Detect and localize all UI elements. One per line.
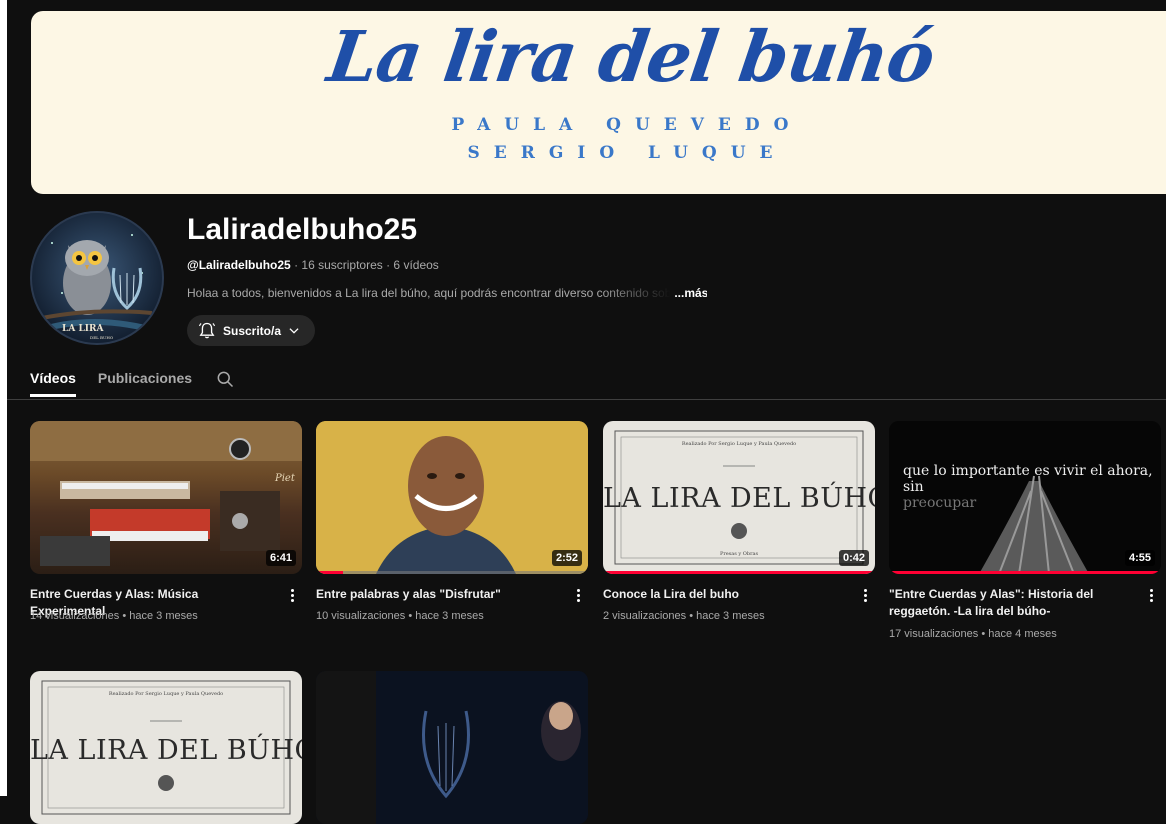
subscribed-button[interactable]: Suscrito/a [187, 315, 315, 346]
channel-avatar[interactable]: LA LIRA DEL BUHO [30, 211, 164, 345]
video-title[interactable]: Entre palabras y alas "Disfrutar" [316, 586, 556, 603]
channel-tabs: Vídeos Publicaciones [30, 364, 214, 400]
video-title[interactable]: "Entre Cuerdas y Alas": Historia del reg… [889, 586, 1129, 620]
video-meta: 14 visualizaciones • hace 3 meses [30, 610, 198, 622]
more-options-icon[interactable] [1145, 587, 1157, 605]
more-options-icon[interactable] [859, 587, 871, 605]
search-icon[interactable] [215, 369, 235, 389]
video-thumbnail[interactable]: que lo importante es vivir el ahora, sin… [889, 421, 1161, 574]
thumbnail-subtitle: Presas y Obras [719, 551, 759, 557]
channel-description[interactable]: Holaa a todos, bienvenidos a La lira del… [187, 286, 707, 300]
channel-handle: @Laliradelbuho25 [187, 258, 291, 272]
watch-progress [889, 571, 1161, 574]
video-card[interactable]: Realizado Por Sergio Luque y Paula Queve… [30, 671, 302, 824]
more-link[interactable]: ...más [674, 286, 707, 300]
tab-publicaciones[interactable]: Publicaciones [98, 364, 192, 397]
thumbnail-title: LA LIRA DEL BÚHO [603, 483, 875, 514]
youtube-channel-page: La lira del buhó PAULA QUEVEDO SERGIO LU… [0, 0, 1166, 824]
video-card[interactable]: que lo importante es vivir el ahora, sin… [889, 421, 1161, 640]
banner-author-2: SERGIO LUQUE [467, 143, 787, 163]
video-duration: 6:41 [265, 550, 296, 566]
owl-lyre-icon: LA LIRA DEL BUHO [32, 213, 162, 343]
tab-videos[interactable]: Vídeos [30, 364, 76, 397]
bell-icon [198, 322, 216, 338]
more-options-icon[interactable] [286, 587, 298, 605]
svg-text:LA LIRA: LA LIRA [62, 324, 104, 334]
watch-progress [316, 571, 344, 574]
video-card[interactable]: 2:52 Entre palabras y alas "Disfrutar" 1… [316, 421, 588, 622]
banner-author-1: PAULA QUEVEDO [451, 115, 803, 135]
video-meta: 2 visualizaciones • hace 3 meses [603, 610, 765, 622]
channel-stats: · 16 suscriptores · 6 vídeos [290, 258, 439, 272]
tabs-divider [7, 399, 1166, 400]
video-card[interactable] [316, 671, 588, 824]
progress-track [316, 571, 588, 574]
thumbnail-caption: que lo importante es vivir el ahora, sin… [903, 463, 1161, 511]
thumbnail-caption-line: que lo importante es vivir el ahora, sin [903, 463, 1153, 495]
video-duration: 2:52 [551, 550, 582, 566]
watch-progress [603, 571, 875, 574]
video-duration: 4:55 [1124, 550, 1155, 566]
lyre-thumbnail-image [316, 671, 588, 824]
thumbnail-image [316, 421, 588, 574]
channel-name: Laliradelbuho25 [187, 213, 418, 246]
video-meta: 17 visualizaciones • hace 4 meses [889, 628, 1057, 640]
thumbnail-caption-fade: preocupar [903, 495, 977, 511]
video-card[interactable]: Piet 6:41 Entre Cuerdas y Alas: Música E… [30, 421, 302, 622]
channel-meta: @Laliradelbuho25 · 16 suscriptores · 6 v… [187, 258, 439, 272]
svg-text:Piet: Piet [274, 473, 296, 484]
subscribe-label: Suscrito/a [223, 323, 282, 338]
thumbnail-image: Piet [30, 421, 302, 566]
thumbnail-credit: Realizado Por Sergio Luque y Paula Queve… [681, 441, 797, 447]
banner-title: La lira del buhó [322, 15, 940, 98]
video-duration: 0:42 [838, 550, 869, 566]
more-options-icon[interactable] [572, 587, 584, 605]
svg-text:DEL BUHO: DEL BUHO [90, 335, 114, 340]
video-thumbnail[interactable] [316, 671, 588, 824]
video-thumbnail[interactable]: Piet 6:41 [30, 421, 302, 574]
channel-description-text: Holaa a todos, bienvenidos a La lira del… [187, 286, 672, 300]
channel-banner: La lira del buhó PAULA QUEVEDO SERGIO LU… [31, 11, 1166, 194]
window-edge [0, 0, 7, 796]
video-title[interactable]: Conoce la Lira del buho [603, 586, 843, 603]
video-thumbnail[interactable]: Realizado Por Sergio Luque y Paula Queve… [603, 421, 875, 574]
video-thumbnail[interactable]: 2:52 [316, 421, 588, 574]
chevron-down-icon [289, 327, 299, 334]
video-card[interactable]: Realizado Por Sergio Luque y Paula Queve… [603, 421, 875, 622]
video-thumbnail[interactable]: Realizado Por Sergio Luque y Paula Queve… [30, 671, 302, 824]
video-meta: 10 visualizaciones • hace 3 meses [316, 610, 484, 622]
thumbnail-title: LA LIRA DEL BÚHO [30, 735, 302, 766]
thumbnail-credit: Realizado Por Sergio Luque y Paula Queve… [108, 691, 224, 697]
